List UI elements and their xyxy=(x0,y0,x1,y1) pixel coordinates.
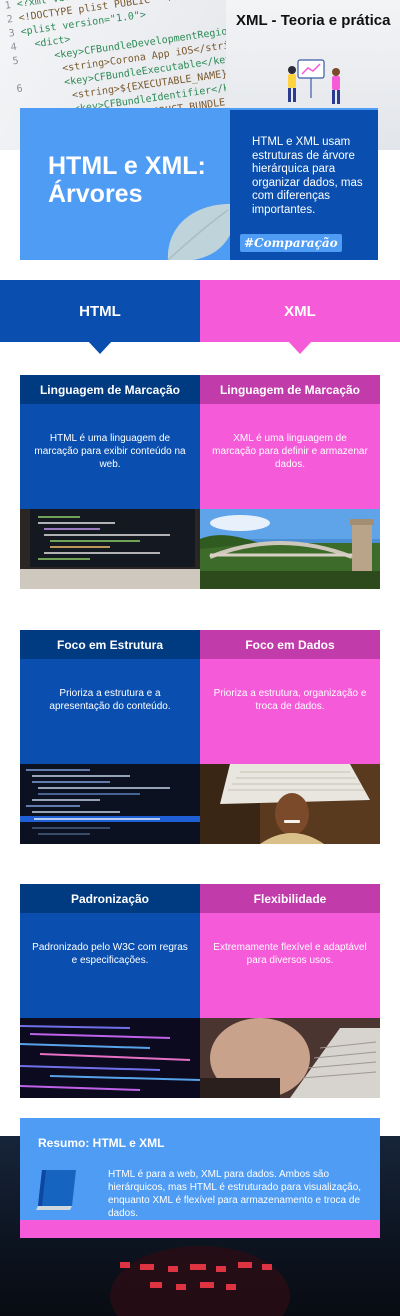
card-title-html: Foco em Estrutura xyxy=(20,630,200,659)
comparison-tag: #Comparação xyxy=(240,234,342,252)
summary-panel: Resumo: HTML e XML HTML é para a web, XM… xyxy=(20,1118,380,1238)
book-icon xyxy=(36,1170,76,1210)
line-number: 2 xyxy=(6,14,14,26)
card-text-html: HTML é uma linguagem de marcação para ex… xyxy=(20,404,200,509)
card-text-xml: Prioriza a estrutura, organização e troc… xyxy=(200,659,380,764)
column-arrow-xml xyxy=(287,340,313,354)
intro-title-panel: HTML e XML: Árvores xyxy=(20,108,230,260)
card-text-html: Prioriza a estrutura e a apresentação do… xyxy=(20,659,200,764)
bridge-photo xyxy=(200,509,380,589)
laptop-code-photo xyxy=(20,509,200,589)
line-number: 5 xyxy=(11,55,20,68)
card-text-html: Padronizado pelo W3C com regras e especi… xyxy=(20,913,200,1018)
summary-accent-bar xyxy=(20,1220,380,1238)
summary-text: HTML é para a web, XML para dados. Ambos… xyxy=(108,1169,362,1219)
card-text-xml: Extremamente flexível e adaptável para d… xyxy=(200,913,380,1018)
leaf-icon xyxy=(167,204,230,260)
code-screen-photo xyxy=(20,764,200,844)
stretching-photo xyxy=(200,1018,380,1098)
blurred-code-photo xyxy=(20,1018,200,1098)
card-title-xml: Flexibilidade xyxy=(200,884,380,913)
woman-paper-photo xyxy=(200,764,380,844)
card-title-html: Padronização xyxy=(20,884,200,913)
card-title-xml: Linguagem de Marcação xyxy=(200,375,380,404)
page-header-title: XML - Teoria e prática xyxy=(236,12,391,29)
intro-description: HTML e XML usam estruturas de árvore hie… xyxy=(252,136,363,216)
line-number: 1 xyxy=(4,0,12,12)
presenter-illustration xyxy=(288,59,340,104)
card-title-xml: Foco em Dados xyxy=(200,630,380,659)
column-arrow-html xyxy=(87,340,113,354)
line-number: 3 xyxy=(8,27,16,40)
column-header-xml: XML xyxy=(200,280,400,342)
line-number: 6 xyxy=(15,83,24,96)
column-header-html: HTML xyxy=(0,280,200,342)
summary-title: Resumo: HTML e XML xyxy=(38,1136,165,1150)
card-title-html: Linguagem de Marcação xyxy=(20,375,200,404)
line-number: 4 xyxy=(9,41,18,54)
intro-description-panel: HTML e XML usam estruturas de árvore hie… xyxy=(230,108,378,260)
card-text-xml: XML é uma linguagem de marcação para def… xyxy=(200,404,380,509)
